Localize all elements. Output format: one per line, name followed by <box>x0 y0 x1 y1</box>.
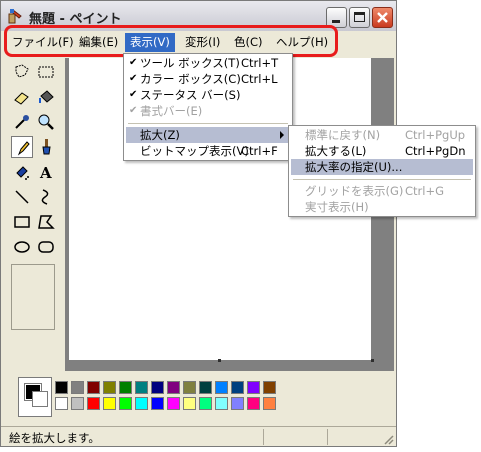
palette-swatch[interactable] <box>135 397 148 410</box>
paint-bucket-icon <box>39 90 54 103</box>
menu-item-colorbox[interactable]: ✔ カラー ボックス(C) Ctrl+L <box>126 71 290 87</box>
menu-item-statusbar[interactable]: ✔ ステータス バー(S) <box>126 87 290 103</box>
palette-swatch[interactable] <box>71 381 84 394</box>
eraser-tool[interactable] <box>11 86 33 108</box>
palette-swatch[interactable] <box>55 381 68 394</box>
resize-handle[interactable] <box>371 359 374 362</box>
text-icon: A <box>39 164 52 181</box>
free-select-icon <box>15 64 29 78</box>
airbrush-icon <box>16 166 29 180</box>
minimize-icon <box>332 20 340 23</box>
palette-swatch[interactable] <box>199 381 212 394</box>
pencil-tool[interactable] <box>11 136 33 158</box>
palette-swatch[interactable] <box>263 381 276 394</box>
palette-swatch[interactable] <box>231 397 244 410</box>
curve-tool[interactable] <box>35 186 57 208</box>
ellipse-icon <box>14 241 30 253</box>
eraser-icon <box>14 92 29 105</box>
palette-swatch[interactable] <box>231 381 244 394</box>
menu-item-toolbox[interactable]: ✔ ツール ボックス(T) Ctrl+T <box>126 55 290 71</box>
palette-swatch[interactable] <box>71 397 84 410</box>
check-icon: ✔ <box>129 105 138 116</box>
close-button[interactable] <box>372 7 393 28</box>
fill-tool[interactable] <box>35 86 57 108</box>
palette-swatch[interactable] <box>119 397 132 410</box>
zoom-submenu: 標準に戻す(N) Ctrl+PgUp 拡大する(L) Ctrl+PgDn 拡大率… <box>288 125 476 217</box>
menu-item-view-bitmap[interactable]: ビットマップ表示(V) Ctrl+F <box>126 143 290 159</box>
palette-swatch[interactable] <box>263 397 276 410</box>
palette-swatch[interactable] <box>87 397 100 410</box>
menu-item-zoom[interactable]: 拡大(Z) <box>126 127 290 143</box>
menu-item-show-thumbnail: 実寸表示(H) <box>305 200 369 214</box>
airbrush-tool[interactable] <box>11 161 33 183</box>
rounded-rectangle-icon <box>38 241 54 253</box>
close-icon <box>377 12 388 23</box>
status-bar: 絵を拡大します。 <box>1 426 396 447</box>
line-icon <box>15 190 29 204</box>
check-icon: ✔ <box>129 89 138 100</box>
check-icon: ✔ <box>129 57 138 68</box>
resize-grip-icon[interactable] <box>382 433 394 445</box>
check-icon: ✔ <box>129 73 138 84</box>
palette-swatch[interactable] <box>55 397 68 410</box>
rectangle-icon <box>14 216 30 228</box>
line-tool[interactable] <box>11 186 33 208</box>
polygon-tool[interactable] <box>35 211 57 233</box>
ellipse-tool[interactable] <box>11 236 33 258</box>
brush-tool[interactable] <box>35 136 57 158</box>
menu-separator <box>128 123 288 124</box>
palette-swatch[interactable] <box>183 381 196 394</box>
menu-item-custom-zoom[interactable]: 拡大率の指定(U)... <box>291 159 473 175</box>
text-tool[interactable]: A <box>35 161 57 183</box>
brush-icon <box>42 139 51 155</box>
palette-swatch[interactable] <box>119 381 132 394</box>
resize-handle[interactable] <box>218 359 221 362</box>
status-divider <box>327 429 328 445</box>
magnifier-icon <box>38 114 54 130</box>
eyedropper-tool[interactable] <box>11 111 33 133</box>
palette-swatch[interactable] <box>215 397 228 410</box>
submenu-arrow-icon <box>280 131 284 139</box>
palette-swatch[interactable] <box>247 381 260 394</box>
menu-item-normal-size: 標準に戻す(N) Ctrl+PgUp <box>305 128 466 142</box>
palette-swatch[interactable] <box>103 381 116 394</box>
status-divider <box>263 429 264 445</box>
palette-swatch[interactable] <box>247 397 260 410</box>
palette-swatch[interactable] <box>151 381 164 394</box>
menu-item-large-size[interactable]: 拡大する(L) Ctrl+PgDn <box>291 143 473 159</box>
polygon-icon <box>38 215 55 229</box>
view-menu-dropdown: ✔ ツール ボックス(T) Ctrl+T ✔ カラー ボックス(C) Ctrl+… <box>123 53 293 161</box>
maximize-button[interactable] <box>349 7 370 28</box>
rect-select-tool[interactable] <box>35 61 57 83</box>
palette-swatch[interactable] <box>215 381 228 394</box>
palette-swatch[interactable] <box>167 397 180 410</box>
palette-swatch[interactable] <box>103 397 116 410</box>
palette-swatch[interactable] <box>183 397 196 410</box>
current-colors[interactable] <box>18 377 52 417</box>
palette-swatch[interactable] <box>167 381 180 394</box>
rect-select-icon <box>38 66 54 78</box>
palette-swatch[interactable] <box>135 381 148 394</box>
paint-app-icon <box>8 9 22 24</box>
menu-item-textbar: ✔ 書式バー(E) <box>129 104 203 118</box>
rectangle-tool[interactable] <box>11 211 33 233</box>
menu-item-show-grid: グリッドを表示(G) Ctrl+G <box>305 184 445 198</box>
free-select-tool[interactable] <box>11 61 33 83</box>
status-text: 絵を拡大します。 <box>9 431 100 445</box>
palette-swatch[interactable] <box>199 397 212 410</box>
menu-separator <box>293 179 471 180</box>
palette-swatch[interactable] <box>87 381 100 394</box>
eyedropper-icon <box>15 115 29 129</box>
maximize-icon <box>354 12 365 22</box>
tool-options-box[interactable] <box>11 264 55 330</box>
palette-swatch[interactable] <box>151 397 164 410</box>
curve-icon <box>41 189 49 205</box>
svg-text:A: A <box>39 164 52 181</box>
rounded-rectangle-tool[interactable] <box>35 236 57 258</box>
background-color[interactable] <box>32 391 48 407</box>
pencil-icon <box>17 141 30 156</box>
magnifier-tool[interactable] <box>35 111 57 133</box>
